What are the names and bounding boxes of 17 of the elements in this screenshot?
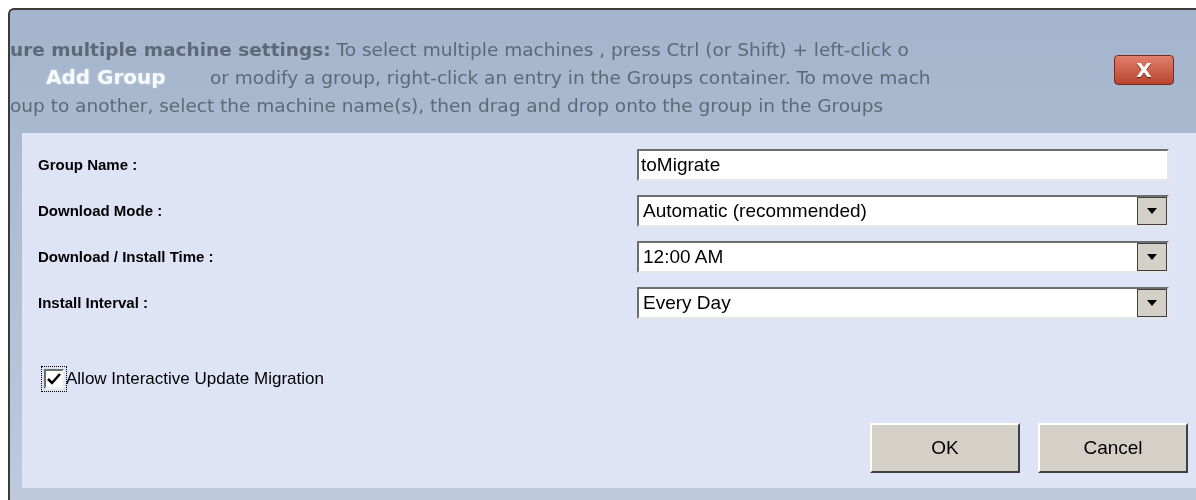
field-label: Group Name : xyxy=(37,154,139,175)
dialog-button[interactable]: OK xyxy=(870,423,1020,473)
help-text-line: oup to another, select the machine name(s), then drag and drop onto the group in the Groups xyxy=(10,94,884,118)
dialog-button[interactable]: Cancel xyxy=(1038,423,1188,473)
close-button[interactable]: X xyxy=(1114,55,1174,85)
dropdown[interactable]: 12:00 AM xyxy=(637,241,1169,273)
dropdown[interactable]: Every Day xyxy=(637,287,1169,319)
group-name-field[interactable]: toMigrate xyxy=(637,149,1169,181)
help-text-line: or modify a group, right-click an entry in the Groups container. To move mach xyxy=(210,66,931,90)
help-text-line: ure multiple machine settings: To select multiple machines , press Ctrl (or Shift) + left-click o xyxy=(10,38,909,62)
field-label: Install Interval : xyxy=(37,292,150,313)
checkbox-label: Allow Interactive Update Migration xyxy=(66,368,324,390)
dialog-title: Add Group xyxy=(46,64,166,91)
field-label: Download Mode : xyxy=(37,200,164,221)
checkbox[interactable] xyxy=(44,368,64,389)
dropdown[interactable]: Automatic (recommended) xyxy=(637,195,1169,227)
field-label: Download / Install Time : xyxy=(37,246,215,267)
